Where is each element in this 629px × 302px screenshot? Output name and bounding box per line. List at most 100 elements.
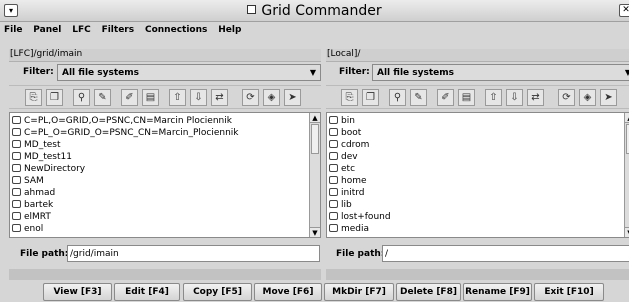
left-filter-label: Filter: (23, 67, 54, 77)
left-filter-select[interactable]: All file systems ▼ (57, 64, 321, 81)
left-file-path-input[interactable]: /grid/imain (67, 245, 320, 262)
close-icon[interactable]: ✕ (619, 4, 629, 17)
left-toolbar: ⎘ ❐ ⚲ ✎ ✐ ▤ ⇧ ⇩ ⇄ ⟳ ◈ ➤ (9, 85, 321, 109)
list-item[interactable]: dev (329, 151, 629, 163)
file-name: C=PL,O=GRID,O=PSNC,CN=Marcin Plociennik (24, 116, 232, 126)
folder-icon (12, 140, 21, 148)
chevron-down-icon[interactable]: ▼ (306, 65, 320, 80)
rename-icon[interactable]: ✐ (437, 89, 454, 106)
properties-icon[interactable]: ▤ (458, 89, 475, 106)
list-item[interactable]: home (329, 175, 629, 187)
list-item[interactable]: elMRT (12, 211, 320, 223)
search-icon[interactable]: ⚲ (73, 89, 90, 106)
window-title: Grid Commander (0, 3, 629, 19)
list-item[interactable]: SAM (12, 175, 320, 187)
list-item[interactable]: MD_test (12, 139, 320, 151)
chevron-down-icon[interactable]: ▼ (621, 65, 629, 80)
mkdir-button[interactable]: MkDir [F7] (324, 283, 394, 301)
file-name: elMRT (24, 212, 51, 222)
scroll-up-icon[interactable]: ▲ (625, 113, 629, 123)
scroll-down-icon[interactable]: ▼ (625, 227, 629, 237)
file-name: dev (341, 152, 358, 162)
list-item[interactable]: bin (329, 115, 629, 127)
list-item[interactable]: media (329, 223, 629, 235)
edit-icon[interactable]: ✎ (410, 89, 427, 106)
new-file-icon[interactable]: ⎘ (341, 89, 358, 106)
list-item[interactable]: NewDirectory (12, 163, 320, 175)
upload-icon[interactable]: ⇧ (485, 89, 502, 106)
refresh-icon[interactable]: ⟳ (242, 89, 259, 106)
list-item[interactable]: MD_test11 (12, 151, 320, 163)
list-item[interactable]: etc (329, 163, 629, 175)
menu-filters[interactable]: Filters (98, 22, 139, 35)
left-filter-value: All file systems (62, 68, 139, 78)
go-icon[interactable]: ➤ (600, 89, 617, 106)
copy-icon[interactable]: ❐ (46, 89, 63, 106)
list-item[interactable]: C=PL_O=GRID_O=PSNC_CN=Marcin_Plociennik (12, 127, 320, 139)
right-panel-path: [Local]/ (326, 49, 629, 62)
file-name: initrd (341, 188, 365, 198)
rename-button[interactable]: Rename [F9] (463, 283, 532, 301)
edit-icon[interactable]: ✎ (94, 89, 111, 106)
list-item[interactable]: C=PL,O=GRID,O=PSNC,CN=Marcin Plociennik (12, 115, 320, 127)
list-item[interactable]: bartek (12, 199, 320, 211)
list-item[interactable]: cdrom (329, 139, 629, 151)
menu-help[interactable]: Help (214, 22, 245, 35)
sync-icon[interactable]: ◈ (579, 89, 596, 106)
right-file-path-input[interactable]: / (382, 245, 629, 262)
copy-icon[interactable]: ❐ (362, 89, 379, 106)
list-item[interactable]: lib (329, 199, 629, 211)
right-scrollbar[interactable]: ▲ ▼ (624, 113, 629, 237)
window-title-text: Grid Commander (261, 3, 382, 19)
new-file-icon[interactable]: ⎘ (25, 89, 42, 106)
rename-icon[interactable]: ✐ (121, 89, 138, 106)
download-icon[interactable]: ⇩ (506, 89, 523, 106)
left-file-list[interactable]: C=PL,O=GRID,O=PSNC,CN=Marcin Plociennik … (9, 112, 321, 238)
file-name: enol (24, 224, 44, 234)
file-name: lib (341, 200, 352, 210)
move-button[interactable]: Move [F6] (254, 283, 322, 301)
file-name: bartek (24, 200, 54, 210)
search-icon[interactable]: ⚲ (389, 89, 406, 106)
view-button[interactable]: View [F3] (43, 283, 112, 301)
left-scrollbar[interactable]: ▲ ▼ (309, 113, 320, 237)
menu-lfc[interactable]: LFC (68, 22, 95, 35)
list-item[interactable]: lost+found (329, 211, 629, 223)
scroll-up-icon[interactable]: ▲ (310, 113, 320, 123)
list-item[interactable]: enol (12, 223, 320, 235)
scroll-down-icon[interactable]: ▼ (310, 227, 320, 237)
folder-icon (329, 152, 338, 160)
menu-file[interactable]: File (0, 22, 26, 35)
transfer-icon[interactable]: ⇄ (211, 89, 228, 106)
folder-icon (12, 224, 21, 232)
download-icon[interactable]: ⇩ (190, 89, 207, 106)
left-panel-path: [LFC]/grid/imain (9, 49, 321, 62)
copy-button[interactable]: Copy [F5] (183, 283, 252, 301)
list-item[interactable]: initrd (329, 187, 629, 199)
scroll-thumb[interactable] (311, 124, 319, 154)
go-icon[interactable]: ➤ (284, 89, 301, 106)
upload-icon[interactable]: ⇧ (169, 89, 186, 106)
refresh-icon[interactable]: ⟳ (558, 89, 575, 106)
right-filter-label: Filter: (339, 67, 370, 77)
left-status-bar (9, 269, 321, 280)
file-name: MD_test11 (24, 152, 72, 162)
folder-icon (12, 116, 21, 124)
edit-button[interactable]: Edit [F4] (114, 283, 180, 301)
file-name: cdrom (341, 140, 370, 150)
sync-icon[interactable]: ◈ (263, 89, 280, 106)
right-filter-value: All file systems (377, 68, 454, 78)
exit-button[interactable]: Exit [F10] (534, 283, 604, 301)
transfer-icon[interactable]: ⇄ (527, 89, 544, 106)
menu-connections[interactable]: Connections (141, 22, 211, 35)
right-filter-select[interactable]: All file systems ▼ (372, 64, 629, 81)
right-file-list[interactable]: bin boot cdrom dev etc home initrd lib l… (326, 112, 629, 238)
file-name: SAM (24, 176, 44, 186)
properties-icon[interactable]: ▤ (142, 89, 159, 106)
file-name: media (341, 224, 370, 234)
menu-panel[interactable]: Panel (29, 22, 65, 35)
list-item[interactable]: boot (329, 127, 629, 139)
list-item[interactable]: ahmad (12, 187, 320, 199)
file-name: ahmad (24, 188, 56, 198)
delete-button[interactable]: Delete [F8] (396, 283, 461, 301)
